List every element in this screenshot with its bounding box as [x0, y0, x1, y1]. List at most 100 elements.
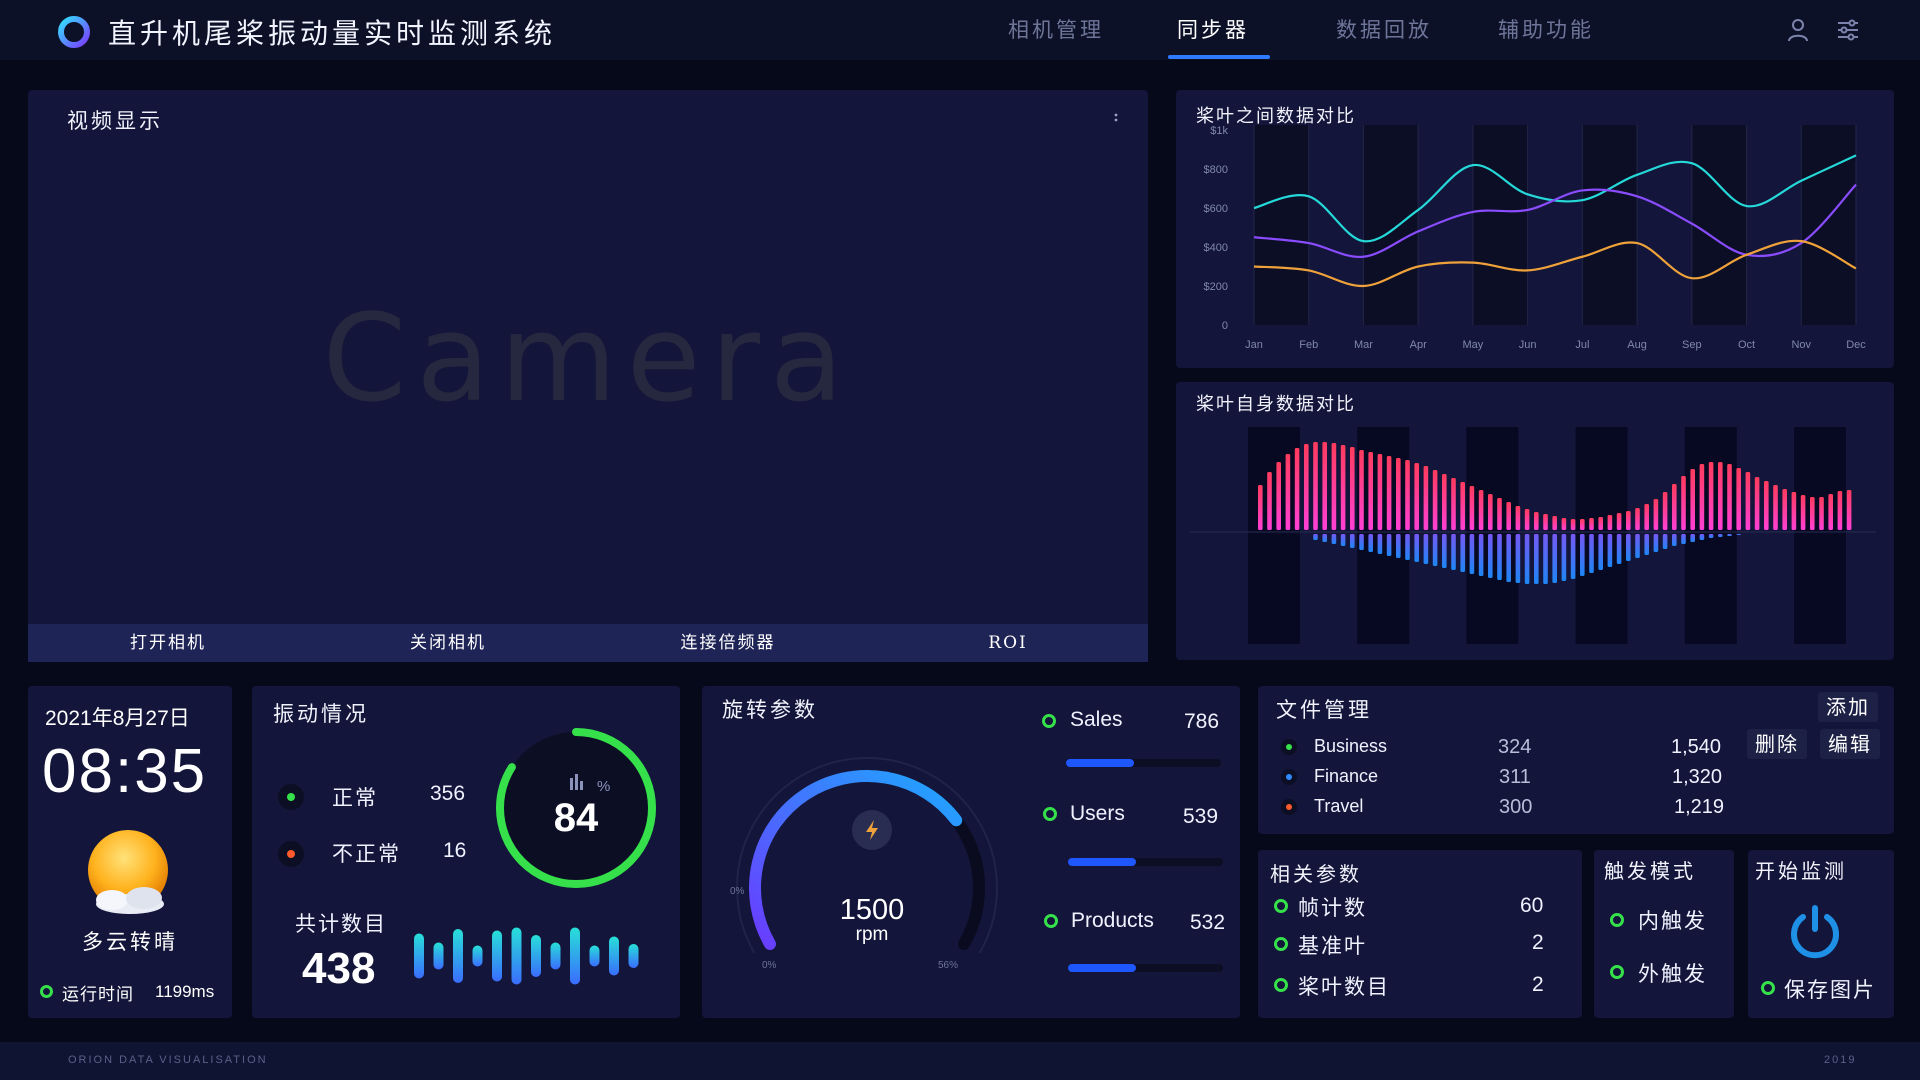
abnormal-status-icon — [278, 841, 304, 867]
blade-self-chart — [1190, 427, 1876, 644]
open-camera-button[interactable]: 打开相机 — [28, 624, 308, 662]
travel-dot-icon — [1281, 799, 1297, 815]
blade-compare-panel: 桨叶之间数据对比 0 $200 $400 $600 $800 $1k Jan Feb Mar Ap… — [1176, 90, 1894, 368]
close-camera-button[interactable]: 关闭相机 — [308, 624, 588, 662]
positive-bar — [1331, 443, 1337, 530]
negative-bar — [1644, 534, 1649, 555]
positive-bar — [1276, 462, 1281, 530]
weather-cloudy-sun-icon — [88, 830, 168, 914]
positive-bar — [1386, 456, 1392, 530]
video-title: 视频显示 — [67, 109, 163, 133]
more-options-icon[interactable] — [1112, 108, 1120, 128]
sales-value: 786 — [1184, 710, 1220, 733]
positive-bar — [1313, 442, 1318, 530]
rotation-panel: 旋转参数 0%0%56%70% 1500 rpm Sales 786 Users… — [702, 686, 1240, 1018]
positive-bar — [1552, 516, 1557, 530]
power-icon[interactable] — [1784, 900, 1846, 962]
param-value-frame-count: 60 — [1520, 894, 1544, 917]
positive-bar — [1543, 514, 1548, 530]
chart-stripe — [1363, 125, 1419, 325]
user-icon[interactable] — [1784, 16, 1812, 44]
positive-bar — [1773, 485, 1778, 530]
negative-bar — [1543, 534, 1548, 584]
delete-button[interactable]: 删除 — [1747, 729, 1807, 759]
file-row-total: 1,540 — [1671, 736, 1722, 758]
top-bar: 直升机尾桨振动量实时监测系统 相机管理 同步器 数据回放 辅助功能 — [0, 0, 1920, 60]
runtime-label: 运行时间 — [62, 985, 134, 1005]
params-title: 相关参数 — [1270, 862, 1362, 886]
internal-trigger-label: 内触发 — [1638, 909, 1707, 933]
sales-status-dot — [1042, 714, 1056, 728]
date-text: 2021年8月27日 — [45, 707, 190, 730]
param-dot — [1274, 899, 1288, 913]
roi-button[interactable]: ROI — [868, 624, 1148, 662]
negative-bar — [1607, 534, 1613, 567]
save-image-label: 保存图片 — [1784, 978, 1876, 1002]
negative-bar — [1681, 534, 1686, 544]
x-tick-label: Mar — [1354, 339, 1373, 351]
lightning-icon — [852, 810, 892, 850]
negative-bar — [1736, 534, 1741, 535]
sales-bar — [1066, 759, 1221, 767]
negative-bar — [1534, 534, 1539, 584]
x-tick-label: Nov — [1791, 339, 1811, 351]
y-tick-label: $600 — [1204, 203, 1228, 215]
file-row-count: 300 — [1499, 796, 1533, 818]
positive-bar — [1258, 485, 1263, 530]
nav-item-tools[interactable]: 辅助功能 — [1498, 14, 1594, 44]
x-tick-label: May — [1463, 339, 1484, 351]
file-row-count: 324 — [1498, 736, 1532, 758]
connect-multiplier-button[interactable]: 连接倍频器 — [588, 624, 868, 662]
positive-bar — [1506, 502, 1511, 530]
wave-bar — [589, 945, 600, 967]
negative-bar — [1515, 534, 1521, 583]
negative-bar — [1377, 534, 1383, 554]
runtime-value: 1199ms — [155, 982, 215, 1001]
negative-bar — [1497, 534, 1502, 580]
positive-bar — [1423, 466, 1429, 530]
param-label-blade-count: 桨叶数目 — [1298, 975, 1390, 999]
time-text: 08:35 — [42, 737, 208, 806]
series-line-0 — [1253, 154, 1857, 243]
settings-sliders-icon[interactable] — [1834, 16, 1862, 44]
param-dot — [1274, 978, 1288, 992]
negative-bar — [1589, 534, 1594, 573]
sales-label: Sales — [1070, 708, 1123, 731]
x-tick-label: Oct — [1738, 339, 1755, 351]
wave-bar — [609, 936, 619, 976]
negative-bar — [1552, 534, 1557, 583]
negative-bar — [1396, 534, 1401, 558]
nav-item-camera[interactable]: 相机管理 — [1008, 14, 1104, 44]
positive-bar — [1745, 472, 1751, 530]
positive-bar — [1644, 504, 1649, 530]
gauge-unit: rpm — [855, 924, 889, 945]
x-tick-label: Jun — [1519, 339, 1537, 351]
negative-bar — [1662, 534, 1668, 549]
products-bar — [1068, 964, 1223, 972]
edit-button[interactable]: 编辑 — [1820, 729, 1880, 759]
nav-item-sync[interactable]: 同步器 — [1177, 14, 1249, 44]
positive-bar — [1791, 492, 1797, 530]
normal-value: 356 — [430, 782, 466, 805]
add-button[interactable]: 添加 — [1818, 692, 1878, 722]
negative-bar — [1331, 534, 1337, 544]
positive-bar — [1451, 478, 1456, 530]
video-panel: 视频显示 Camera 打开相机 关闭相机 连接倍频器 ROI — [28, 90, 1148, 662]
x-tick-label: Dec — [1846, 339, 1866, 351]
users-bar — [1068, 858, 1223, 866]
nav-item-playback[interactable]: 数据回放 — [1336, 14, 1432, 44]
positive-bar — [1442, 474, 1447, 530]
camera-placeholder: Camera — [322, 290, 854, 429]
param-value-base-blade: 2 — [1532, 931, 1544, 954]
positive-bar — [1782, 489, 1787, 530]
chart-stripe — [1254, 125, 1309, 325]
positive-bar — [1515, 506, 1521, 530]
wave-bar — [550, 942, 561, 970]
vibration-wave-bars — [414, 927, 639, 985]
negative-bar — [1561, 534, 1567, 581]
positive-bar — [1846, 490, 1852, 530]
chart-stripe — [1357, 427, 1410, 644]
rotation-title: 旋转参数 — [722, 698, 818, 722]
nav-active-indicator — [1168, 55, 1270, 59]
series-line-2 — [1253, 239, 1857, 288]
